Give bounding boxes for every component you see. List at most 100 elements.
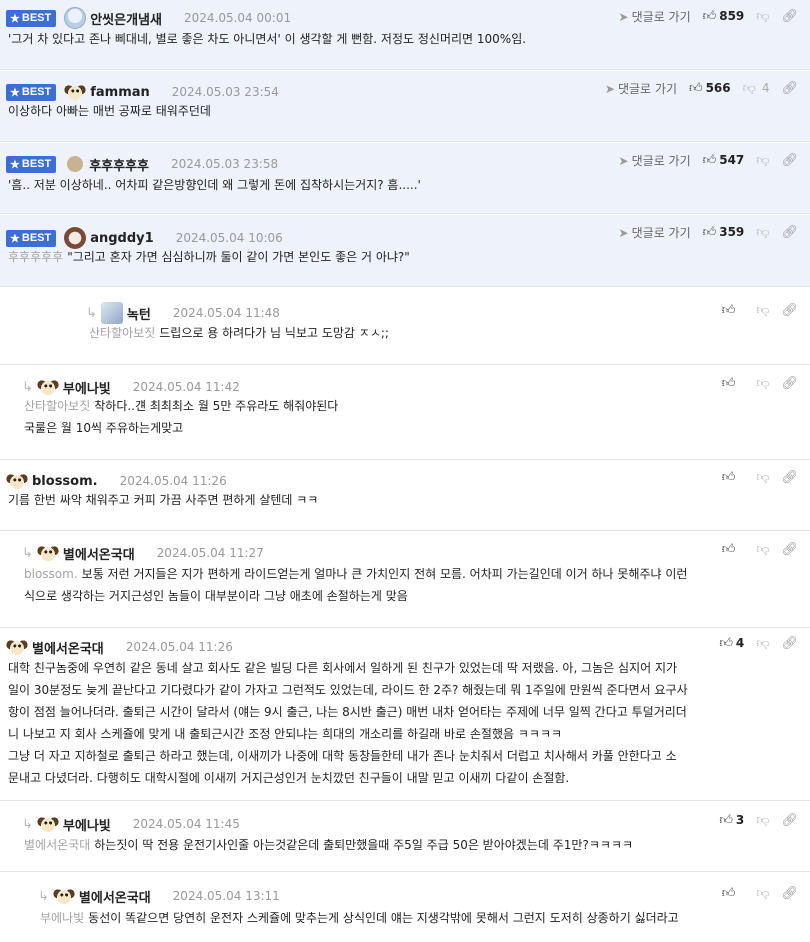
mention-nickname[interactable]: 별에서온국대 xyxy=(24,838,90,852)
nickname[interactable]: 별에서온국대 xyxy=(63,544,135,563)
thumbs-up-icon[interactable]: 👍︎ xyxy=(722,376,736,391)
thumbs-down-icon[interactable]: 👎︎ xyxy=(756,470,769,485)
nickname[interactable]: 별에서온국대 xyxy=(79,887,151,906)
go-to-reply-link[interactable]: ➤ 댓글로 가기 xyxy=(619,8,691,25)
comment-body: 이상하다 아빠는 매번 공짜로 태워주던데 xyxy=(8,100,792,122)
link-icon[interactable]: 🔗︎ xyxy=(781,470,798,485)
thumbs-down-icon[interactable]: 👎︎ xyxy=(756,813,769,828)
comment-header: 별에서온국대 2024.05.04 11:26 xyxy=(6,635,233,659)
comment-actions: ➤ 댓글로 가기 👍︎ 566 👎︎ 4 🔗︎ xyxy=(605,78,810,98)
comment-body: 부에나빛 동선이 똑같으면 당연히 운전자 스케쥴에 맞추는게 상식인데 얘는 지… xyxy=(40,907,792,929)
nickname[interactable]: angddy1 xyxy=(90,231,153,246)
avatar[interactable] xyxy=(52,885,75,907)
mention-nickname[interactable]: 후후후후후 xyxy=(8,250,63,264)
link-icon[interactable]: 🔗︎ xyxy=(781,376,798,391)
comment-text-line: 산타할아보짓 드립으로 용 하려다가 님 닉보고 도망감 ㅈㅅ;; xyxy=(89,322,792,344)
comment-item: ↳ 부에나빛 2024.05.04 11:42 👍︎ 👎︎ 🔗︎ 산타할아보짓 착하다..걘 … xyxy=(0,364,810,458)
nickname[interactable]: 후후후후후 xyxy=(89,155,149,174)
thumbs-up-icon[interactable]: 👍︎ xyxy=(719,636,733,651)
thumbs-down-icon[interactable]: 👎︎ xyxy=(756,376,769,391)
comment-text: 드립으로 용 하려다가 님 닉보고 도망감 ㅈㅅ;; xyxy=(159,326,389,340)
link-icon[interactable]: 🔗︎ xyxy=(781,303,798,318)
link-icon[interactable]: 🔗︎ xyxy=(781,542,798,557)
mention-nickname[interactable]: blossom. xyxy=(24,567,78,581)
mention-nickname[interactable]: 산타할아보짓 xyxy=(89,326,155,340)
thumbs-down-icon[interactable]: 👎︎ xyxy=(756,542,769,557)
mention-nickname[interactable]: 부에나빛 xyxy=(40,911,84,925)
thumbs-up-icon[interactable]: 👍︎ xyxy=(722,303,736,318)
comment-date: 2024.05.04 11:27 xyxy=(156,546,264,560)
link-icon[interactable]: 🔗︎ xyxy=(781,636,798,651)
mention-nickname[interactable]: 산타할아보짓 xyxy=(24,399,90,413)
comment-date: 2024.05.04 11:45 xyxy=(132,817,240,831)
avatar[interactable] xyxy=(36,542,59,564)
star-icon: ★ xyxy=(10,12,20,25)
thumbs-up-icon[interactable]: 👍︎ xyxy=(722,886,736,901)
nickname[interactable]: famman xyxy=(90,85,150,100)
thumbs-down-icon[interactable]: 👎︎ xyxy=(756,886,769,901)
avatar[interactable] xyxy=(64,7,87,29)
comment-actions: 👍︎ 👎︎ 🔗︎ xyxy=(722,373,810,393)
thumbs-down-icon[interactable]: 👎︎ xyxy=(756,303,769,318)
go-to-reply-link[interactable]: ➤ 댓글로 가기 xyxy=(619,152,691,169)
thumbs-down-icon[interactable]: 👎︎ xyxy=(756,153,769,168)
comment-actions: ➤ 댓글로 가기 👍︎ 359 👎︎ 🔗︎ xyxy=(619,222,810,242)
thumbs-down-icon[interactable]: 👎︎ xyxy=(756,9,769,24)
link-icon[interactable]: 🔗︎ xyxy=(781,153,798,168)
avatar[interactable] xyxy=(36,813,59,835)
nickname[interactable]: blossom. xyxy=(32,474,98,489)
comment-text: 대학 친구놈중에 우연히 같은 동네 살고 회사도 같은 빌딩 다른 회사에서 … xyxy=(8,661,678,675)
thumbs-up-icon[interactable]: 👍︎ xyxy=(689,81,703,96)
link-icon[interactable]: 🔗︎ xyxy=(781,225,798,240)
comment-text: 그냥 더 자고 지하철로 출퇴근 하라고 했는데, 이새끼가 나중에 대학 동창… xyxy=(8,749,677,763)
comment-item: ↳ 별에서온국대 2024.05.04 11:27 👍︎ 👎︎ 🔗︎ blossom. 보통 … xyxy=(0,530,810,626)
avatar[interactable] xyxy=(100,302,123,324)
avatar[interactable] xyxy=(67,156,84,172)
thumbs-down-icon[interactable]: 👎︎ xyxy=(756,636,769,651)
comment-item: ★ BEST 안씻은개냄새 2024.05.04 00:01 ➤ 댓글로 가기 👍︎ 859 👎… xyxy=(0,0,810,70)
comment-text-line: 식으로 생각하는 거지근성인 놈들이 대부분이라 그냥 애초에 손절하는게 맞음 xyxy=(24,585,792,607)
nickname[interactable]: 별에서온국대 xyxy=(32,638,104,657)
comment-actions: 👍︎ 👎︎ 🔗︎ xyxy=(722,883,810,903)
avatar[interactable] xyxy=(6,636,28,658)
thumbs-up-icon[interactable]: 👍︎ xyxy=(703,225,717,240)
comment-text: 일이 30분정도 늦게 끝난다고 기다렸다가 같이 가자고 그런적도 있었는데,… xyxy=(8,683,688,697)
link-icon[interactable]: 🔗︎ xyxy=(781,81,798,96)
comment-text: 동선이 똑같으면 당연히 운전자 스케쥴에 맞추는게 상식인데 얘는 지생각밖에… xyxy=(88,911,679,925)
comment-actions: 👍︎ 👎︎ 🔗︎ xyxy=(722,467,810,487)
thumbs-up-icon[interactable]: 👍︎ xyxy=(703,9,717,24)
comment-header: ↳ 부에나빛 2024.05.04 11:45 xyxy=(22,812,240,836)
upvote-count: 359 xyxy=(719,225,745,239)
comment-text-line: 이상하다 아빠는 매번 공짜로 태워주던데 xyxy=(8,100,792,122)
thumbs-up-icon[interactable]: 👍︎ xyxy=(703,153,717,168)
nickname[interactable]: 부에나빛 xyxy=(63,815,111,834)
thumbs-down-icon[interactable]: 👎︎ xyxy=(756,225,769,240)
reply-arrow-icon: ↳ xyxy=(22,379,33,395)
best-label: BEST xyxy=(21,158,52,170)
best-label: BEST xyxy=(21,86,52,98)
go-to-reply-label: 댓글로 가기 xyxy=(631,153,691,168)
go-to-reply-link[interactable]: ➤ 댓글로 가기 xyxy=(619,224,691,241)
best-badge: ★ BEST xyxy=(6,155,57,173)
best-label: BEST xyxy=(21,12,52,24)
link-icon[interactable]: 🔗︎ xyxy=(781,886,798,901)
thumbs-up-icon[interactable]: 👍︎ xyxy=(722,542,736,557)
thumbs-up-icon[interactable]: 👍︎ xyxy=(719,813,733,828)
link-icon[interactable]: 🔗︎ xyxy=(781,813,798,828)
upvote-count: 4 xyxy=(735,636,745,650)
go-to-reply-link[interactable]: ➤ 댓글로 가기 xyxy=(605,80,677,97)
comment-item: ★ BEST famman 2024.05.03 23:54 ➤ 댓글로 가기 👍︎ 566 👎… xyxy=(0,71,810,142)
comment-text-line: '흠.. 저분 이상하네.. 어차피 같은방향인데 왜 그렇게 돈에 집착하시는… xyxy=(8,174,792,196)
comment-item: ★ BEST angddy1 2024.05.04 10:06 ➤ 댓글로 가기 👍︎ 359… xyxy=(0,215,810,287)
comment-text: 착하다..걘 최최최소 월 5만 주유라도 해줘야된다 xyxy=(94,399,339,413)
best-badge: ★ BEST xyxy=(6,9,57,27)
comment-text: "그리고 혼자 가면 심심하니까 둘이 같이 가면 본인도 좋은 거 아냐?" xyxy=(67,250,410,264)
thumbs-up-icon[interactable]: 👍︎ xyxy=(722,470,736,485)
nickname[interactable]: 부에나빛 xyxy=(63,378,111,397)
comment-text-line: 국룰은 월 10씩 주유하는게맞고 xyxy=(24,417,792,439)
nickname[interactable]: 녹턴 xyxy=(127,304,151,323)
thumbs-down-icon[interactable]: 👎︎ xyxy=(743,81,756,96)
link-icon[interactable]: 🔗︎ xyxy=(781,9,798,24)
nickname[interactable]: 안씻은개냄새 xyxy=(90,9,162,28)
reply-arrow-icon: ↳ xyxy=(22,816,33,832)
